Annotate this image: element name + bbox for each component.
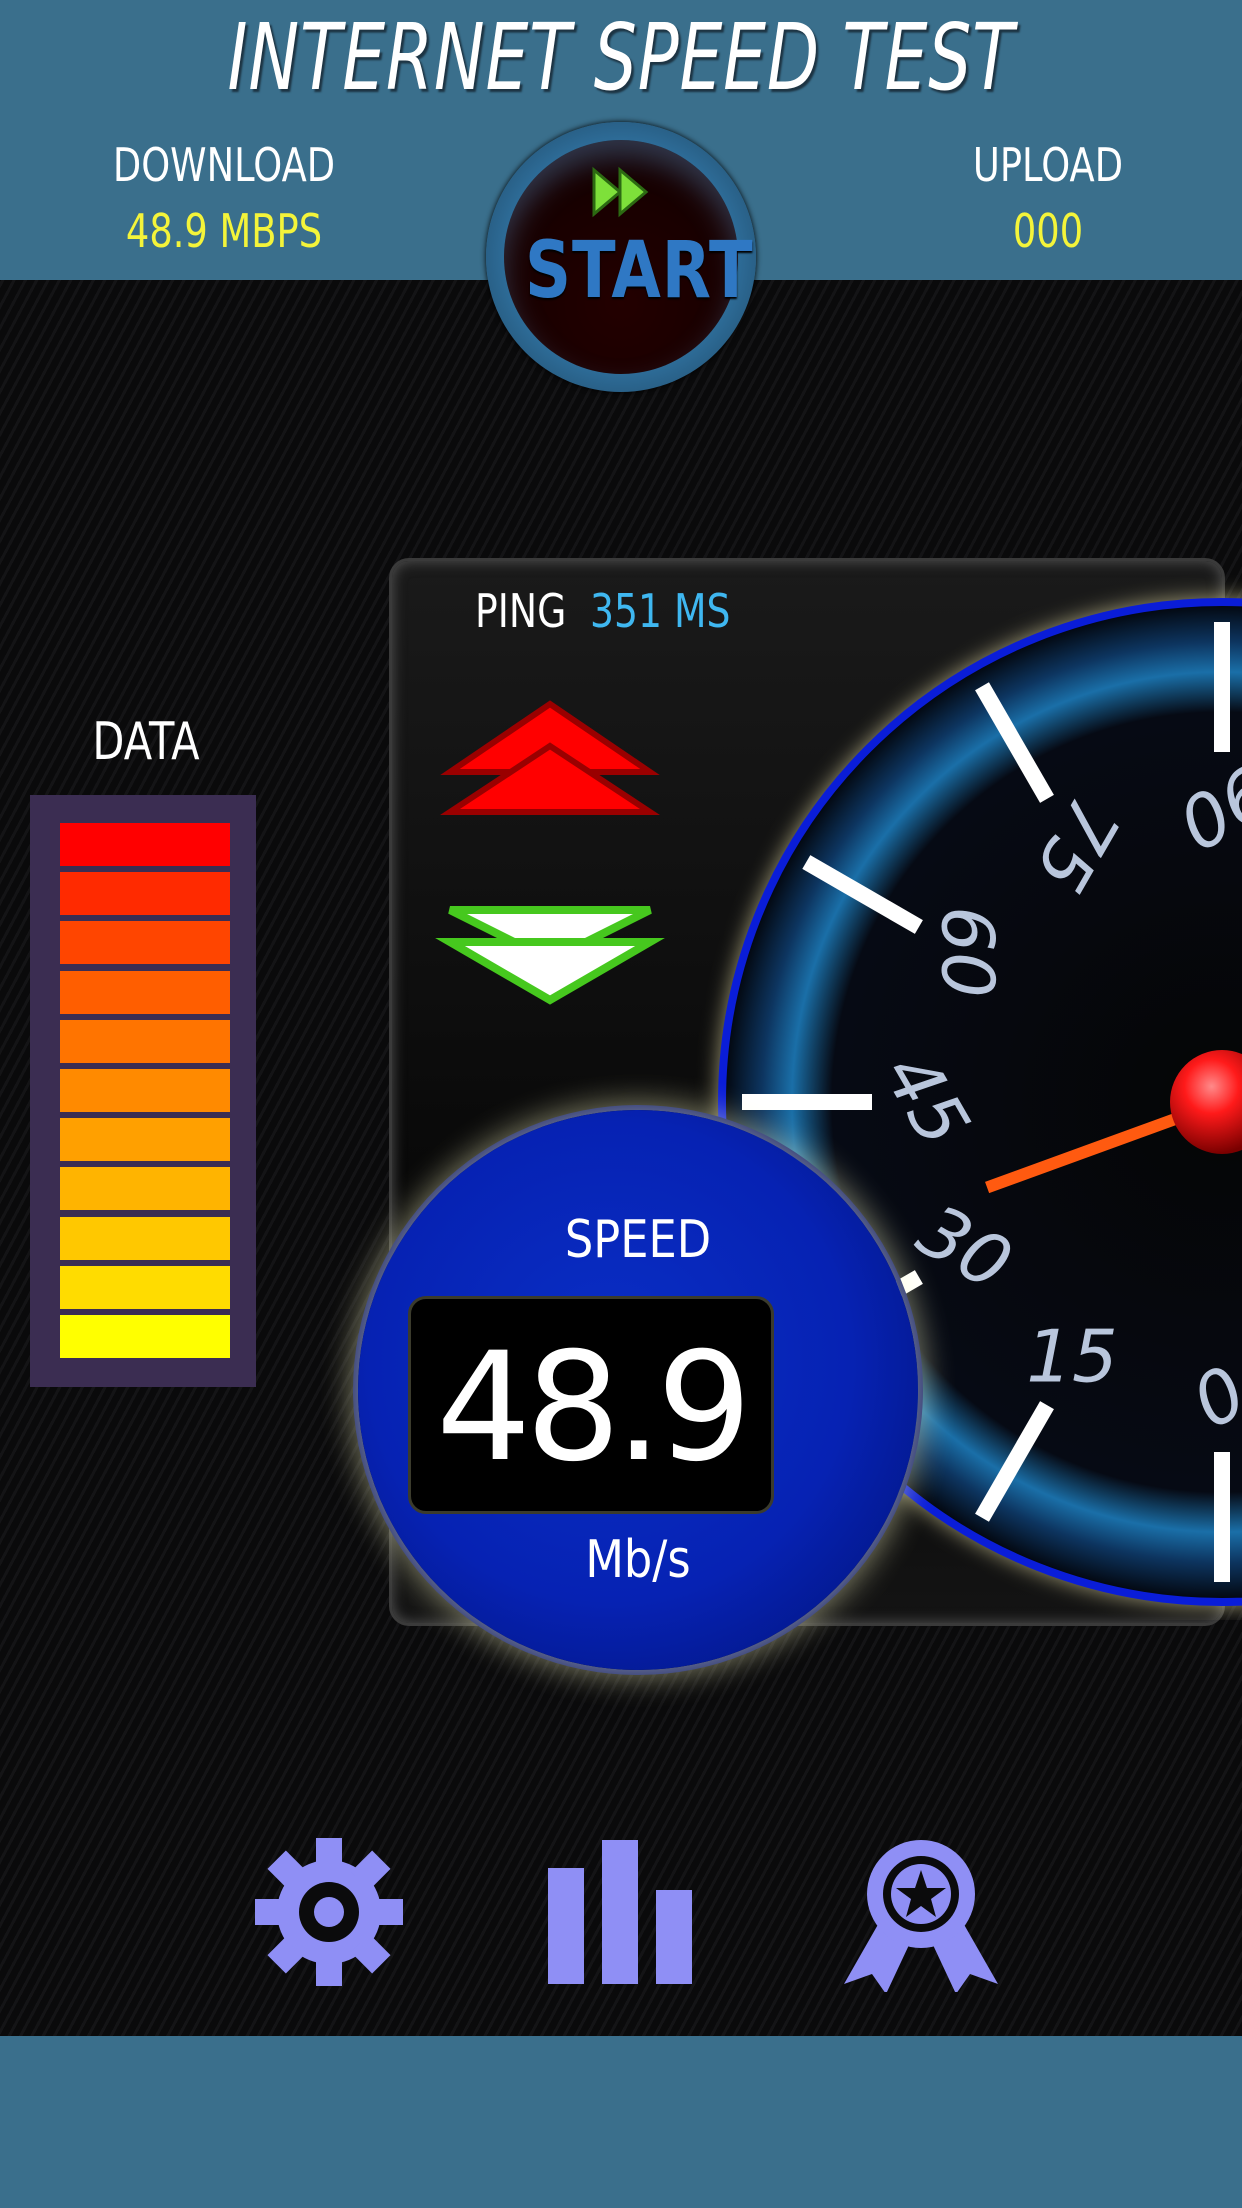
data-meter-bar: [60, 872, 230, 916]
data-meter-bar: [60, 970, 230, 1014]
download-value: 48.9 MBPS: [125, 204, 323, 258]
start-button[interactable]: START: [486, 122, 756, 392]
app-title: INTERNET SPEED TEST: [227, 4, 1015, 111]
data-meter-bar: [60, 1019, 230, 1063]
download-arrow-icon: [435, 906, 665, 1005]
upload-value: 000: [1012, 204, 1084, 258]
speed-value: 48.9: [436, 1321, 752, 1495]
data-meter-label: DATA: [92, 712, 200, 772]
gauge-tick-label: 60: [926, 906, 1010, 998]
gauge-tick-label: 15: [1026, 1314, 1118, 1398]
data-meter-bar: [60, 823, 230, 866]
ping-label: PING: [475, 584, 567, 638]
footer-bar: [0, 2036, 1242, 2208]
settings-gear-icon[interactable]: [244, 1832, 414, 1992]
data-meter-bar: [60, 1265, 230, 1309]
award-icon[interactable]: [836, 1832, 1006, 1992]
download-label: DOWNLOAD: [112, 138, 336, 192]
fast-forward-icon: [592, 166, 649, 218]
upload-label: UPLOAD: [972, 138, 1124, 192]
bar-chart-icon[interactable]: [536, 1832, 706, 1992]
upload-arrow-icon: [440, 700, 660, 815]
data-meter-bar: [60, 1118, 230, 1162]
data-meter-bar: [60, 1167, 230, 1211]
start-button-face: START: [504, 140, 754, 374]
start-label: START: [525, 226, 754, 316]
speed-label: SPEED: [564, 1210, 712, 1270]
data-meter-bar: [60, 1315, 230, 1358]
speed-display: SPEED 48.9 Mb/s: [358, 1110, 918, 1670]
data-meter-bar: [60, 1069, 230, 1112]
speed-readout: 48.9: [408, 1296, 774, 1514]
data-meter-bar: [60, 1216, 230, 1260]
data-meter-bar: [60, 921, 230, 965]
data-meter: [30, 795, 256, 1387]
speed-unit: Mb/s: [585, 1530, 691, 1590]
